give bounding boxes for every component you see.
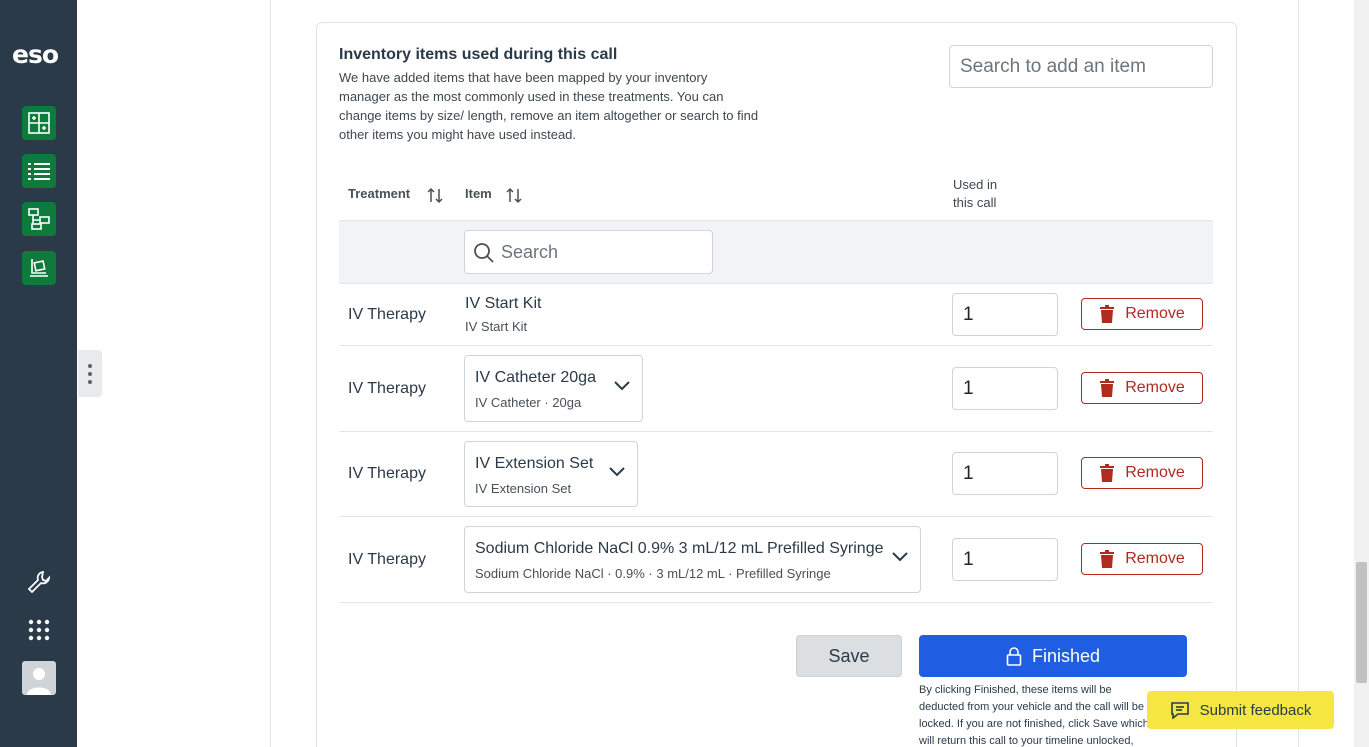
hospital-grid-icon[interactable] (22, 106, 56, 140)
header-item[interactable]: Item (465, 186, 492, 201)
item-variant-select[interactable]: Sodium Chloride NaCl 0.9% 3 mL/12 mL Pre… (464, 526, 921, 593)
search-icon (474, 243, 494, 263)
remove-button[interactable]: Remove (1081, 372, 1203, 404)
quantity-input[interactable]: 1 (952, 293, 1058, 336)
finished-explanation: By clicking Finished, these items will b… (919, 684, 1149, 747)
item-select-name: IV Catheter 20ga (475, 369, 596, 386)
trash-icon (1100, 305, 1115, 323)
eso-logo[interactable]: eso (12, 40, 59, 69)
header-used-line-2: this call (953, 195, 997, 210)
remove-label: Remove (1125, 464, 1185, 481)
submit-feedback-label: Submit feedback (1199, 701, 1312, 719)
remove-label: Remove (1125, 550, 1185, 567)
item-select-detail: IV Extension Set (475, 481, 572, 496)
header-treatment[interactable]: Treatment (348, 186, 410, 201)
trash-icon (1100, 379, 1115, 397)
row-divider (339, 345, 1213, 346)
finished-label: Finished (1031, 645, 1101, 666)
inventory-title: Inventory items used during this call (339, 46, 618, 63)
add-item-search-input[interactable]: Search to add an item (949, 45, 1213, 88)
secondary-panel (77, 0, 271, 747)
inventory-description: We have added items that have been mappe… (339, 70, 759, 142)
row-divider (339, 602, 1213, 603)
row-divider (339, 431, 1213, 432)
item-select-name: Sodium Chloride NaCl 0.9% 3 mL/12 mL Pre… (475, 540, 884, 557)
cart-icon[interactable] (22, 251, 56, 285)
feedback-icon (1170, 702, 1189, 719)
lock-icon (1006, 646, 1022, 666)
trash-icon (1100, 464, 1115, 482)
remove-label: Remove (1125, 379, 1185, 396)
chevron-down-icon (614, 381, 630, 391)
item-filter-placeholder: Search (501, 241, 559, 262)
save-button[interactable]: Save (796, 635, 902, 677)
header-used-line-1: Used in (953, 177, 998, 192)
trash-icon (1100, 550, 1115, 568)
row-treatment: IV Therapy (348, 306, 426, 323)
row-item-name: IV Start Kit (465, 295, 542, 312)
remove-button[interactable]: Remove (1081, 543, 1203, 575)
item-select-detail: Sodium Chloride NaCl · 0.9% · 3 mL/12 mL… (475, 566, 831, 581)
drawer-toggle-handle[interactable] (78, 350, 102, 397)
item-select-name: IV Extension Set (475, 455, 594, 472)
quantity-input[interactable]: 1 (952, 538, 1058, 581)
quantity-input[interactable]: 1 (952, 452, 1058, 495)
row-item-detail: IV Start Kit (465, 319, 528, 334)
list-icon[interactable] (22, 154, 56, 188)
row-treatment: IV Therapy (348, 380, 426, 397)
wrench-icon[interactable] (22, 565, 56, 599)
item-filter-search[interactable]: Search (464, 230, 713, 274)
apps-grid-icon[interactable] (22, 613, 56, 647)
item-variant-select[interactable]: IV Extension Set IV Extension Set (464, 441, 638, 507)
row-treatment: IV Therapy (348, 465, 426, 482)
submit-feedback-button[interactable]: Submit feedback (1147, 691, 1334, 729)
user-avatar[interactable] (22, 661, 56, 695)
sort-treatment-icon[interactable] (427, 187, 443, 204)
finished-button[interactable]: Finished (919, 635, 1187, 677)
quantity-input[interactable]: 1 (952, 367, 1058, 410)
flowchart-icon[interactable] (22, 202, 56, 236)
scrollbar-thumb[interactable] (1356, 562, 1367, 683)
item-variant-select[interactable]: IV Catheter 20ga IV Catheter · 20ga (464, 355, 643, 422)
chevron-down-icon (609, 467, 625, 477)
row-treatment: IV Therapy (348, 551, 426, 568)
item-select-detail: IV Catheter · 20ga (475, 395, 582, 410)
remove-button[interactable]: Remove (1081, 457, 1203, 489)
remove-button[interactable]: Remove (1081, 298, 1203, 330)
chevron-down-icon (892, 552, 908, 562)
remove-label: Remove (1125, 305, 1185, 322)
sort-item-icon[interactable] (506, 187, 522, 204)
row-divider (339, 516, 1213, 517)
